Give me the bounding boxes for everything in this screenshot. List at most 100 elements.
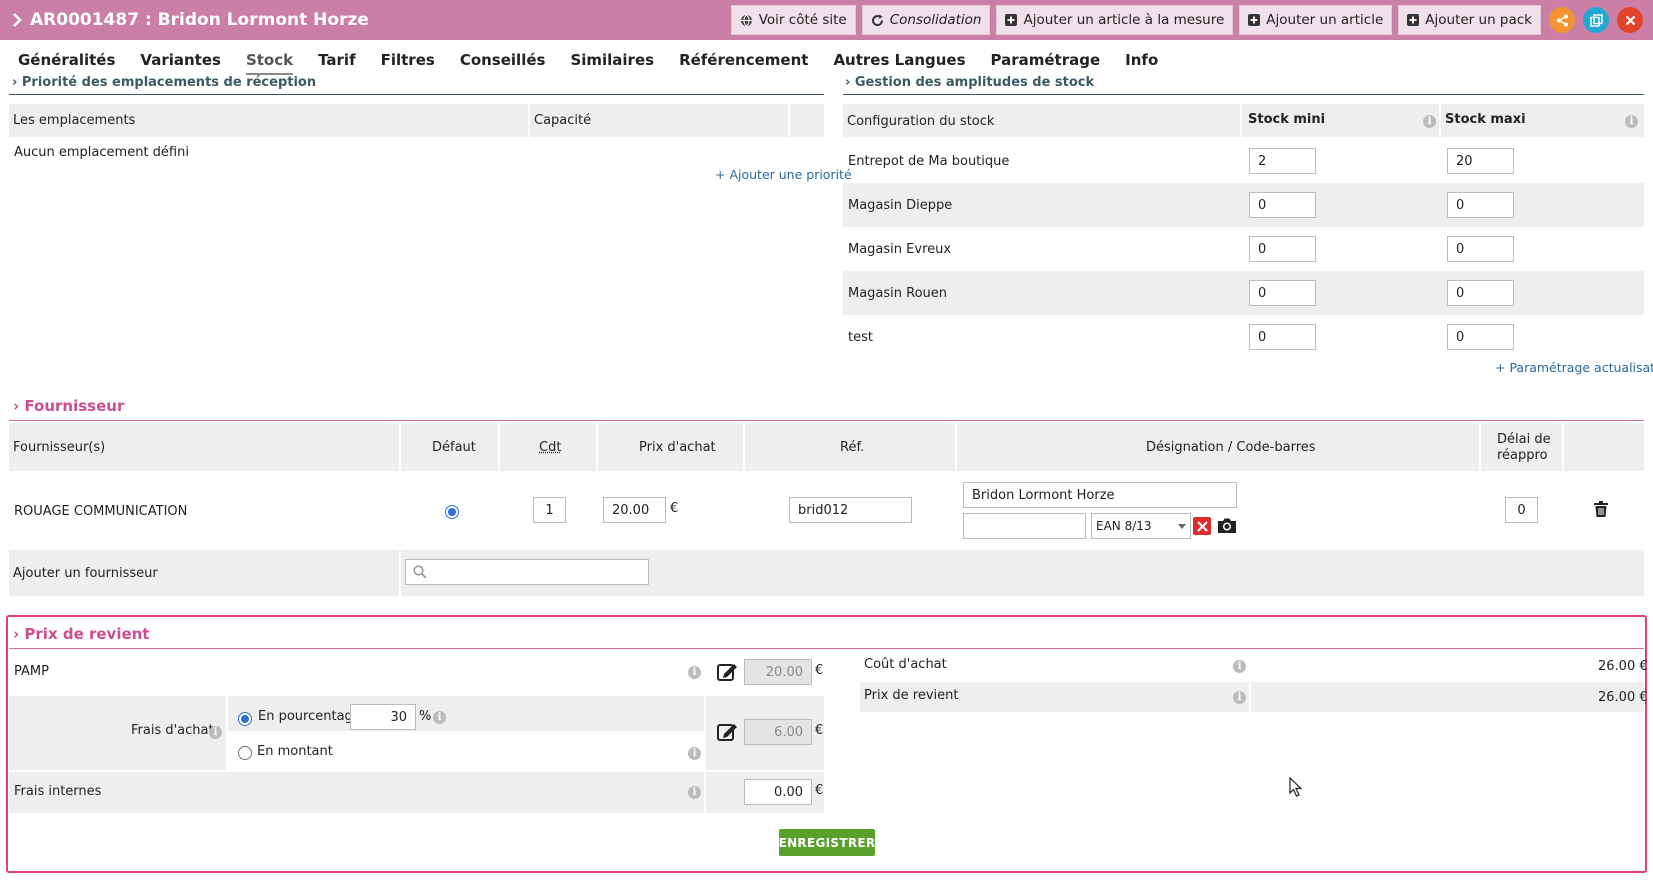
stock-row-name: Magasin Rouen bbox=[848, 286, 947, 301]
prix-revient-value: 26.00 € bbox=[1598, 690, 1648, 705]
stock-maxi-input[interactable]: 0 bbox=[1447, 324, 1514, 350]
page-title: AR0001487 : Bridon Lormont Horze bbox=[12, 10, 369, 30]
tab-stock[interactable]: Stock bbox=[246, 51, 293, 69]
tab-referencement[interactable]: Référencement bbox=[679, 51, 808, 69]
fournisseur-name: ROUAGE COMMUNICATION bbox=[14, 504, 187, 519]
col-delai-line1: Délai de bbox=[1497, 432, 1551, 447]
pamp-currency: € bbox=[815, 663, 823, 678]
article-title: AR0001487 : Bridon Lormont Horze bbox=[30, 10, 369, 30]
tab-conseilles[interactable]: Conseillés bbox=[460, 51, 546, 69]
amplitudes-divider bbox=[843, 94, 1644, 95]
stock-mini-input[interactable]: 2 bbox=[1249, 148, 1316, 174]
cdt-input[interactable]: 1 bbox=[533, 497, 566, 523]
tab-filtres[interactable]: Filtres bbox=[381, 51, 435, 69]
pamp-label: PAMP bbox=[14, 664, 49, 679]
tab-tarif[interactable]: Tarif bbox=[318, 51, 356, 69]
tab-autres-langues[interactable]: Autres Langues bbox=[833, 51, 965, 69]
tab-variantes[interactable]: Variantes bbox=[140, 51, 221, 69]
stock-row-band bbox=[843, 271, 1644, 315]
stock-maxi-input[interactable]: 0 bbox=[1447, 192, 1514, 218]
info-icon[interactable]: i bbox=[688, 666, 701, 679]
save-button[interactable]: ENREGISTRER bbox=[779, 829, 875, 856]
amplitudes-section-title[interactable]: › Gestion des amplitudes de stock bbox=[845, 75, 1094, 90]
parametrage-actualisation-link[interactable]: + Paramétrage actualisation bbox=[1495, 360, 1653, 375]
search-icon bbox=[413, 565, 427, 579]
frais-achats-input[interactable]: 6.00 bbox=[744, 719, 812, 745]
info-icon[interactable]: i bbox=[433, 711, 446, 724]
barcode-input[interactable] bbox=[963, 513, 1086, 539]
tab-generalites[interactable]: Généralités bbox=[18, 51, 115, 69]
clear-barcode-button[interactable] bbox=[1193, 517, 1211, 535]
frais-internes-input[interactable]: 0.00 bbox=[744, 779, 812, 805]
stock-maxi-input[interactable]: 20 bbox=[1447, 148, 1514, 174]
info-icon[interactable]: i bbox=[209, 726, 222, 739]
ref-input[interactable]: brid012 bbox=[789, 497, 912, 523]
info-icon[interactable]: i bbox=[1625, 115, 1638, 128]
info-icon[interactable]: i bbox=[688, 786, 701, 799]
ajouter-article-label: Ajouter un article bbox=[1266, 12, 1383, 28]
close-icon bbox=[1625, 15, 1636, 26]
montant-radio[interactable] bbox=[238, 746, 252, 760]
designation-input[interactable]: Bridon Lormont Horze bbox=[963, 482, 1237, 508]
plus-square-icon bbox=[1005, 14, 1017, 26]
reception-divider bbox=[9, 94, 824, 95]
delai-input[interactable]: 0 bbox=[1505, 497, 1538, 523]
globe-icon bbox=[740, 14, 753, 27]
barcode-type-value: EAN 8/13 bbox=[1096, 519, 1152, 533]
col-config-stock: Configuration du stock bbox=[847, 114, 994, 129]
camera-icon[interactable] bbox=[1217, 517, 1237, 534]
add-fournisseur-label: Ajouter un fournisseur bbox=[13, 566, 158, 581]
pourcentage-input[interactable]: 30 bbox=[350, 704, 416, 730]
col-designation: Désignation / Code-barres bbox=[1146, 440, 1316, 455]
frais-internes-currency: € bbox=[815, 783, 823, 798]
ajouter-pack-label: Ajouter un pack bbox=[1425, 12, 1532, 28]
fournisseur-search-input[interactable] bbox=[405, 559, 649, 585]
barcode-type-select[interactable]: EAN 8/13 bbox=[1091, 513, 1191, 539]
tab-similaires[interactable]: Similaires bbox=[570, 51, 654, 69]
tab-parametrage[interactable]: Paramétrage bbox=[991, 51, 1101, 69]
close-button[interactable] bbox=[1617, 7, 1643, 33]
prix-achat-input[interactable]: 20.00 bbox=[603, 497, 666, 523]
info-icon[interactable]: i bbox=[688, 747, 701, 760]
stock-row-name: Magasin Dieppe bbox=[848, 198, 952, 213]
ajouter-article-button[interactable]: Ajouter un article bbox=[1239, 5, 1392, 35]
consolidation-button[interactable]: Consolidation bbox=[862, 5, 991, 35]
info-icon[interactable]: i bbox=[1233, 691, 1246, 704]
fournisseur-section-title[interactable]: › Fournisseur bbox=[13, 397, 124, 415]
percent-symbol: % bbox=[419, 709, 431, 724]
stock-maxi-input[interactable]: 0 bbox=[1447, 236, 1514, 262]
ajouter-pack-button[interactable]: Ajouter un pack bbox=[1398, 5, 1541, 35]
edit-icon[interactable] bbox=[717, 722, 738, 741]
close-icon bbox=[1197, 521, 1208, 532]
stock-mini-input[interactable]: 0 bbox=[1249, 280, 1316, 306]
col-ref: Réf. bbox=[840, 440, 864, 455]
info-icon[interactable]: i bbox=[1233, 660, 1246, 673]
tab-info[interactable]: Info bbox=[1125, 51, 1158, 69]
stock-mini-input[interactable]: 0 bbox=[1249, 324, 1316, 350]
share-button[interactable] bbox=[1549, 7, 1575, 33]
pourcentage-radio[interactable] bbox=[238, 712, 252, 726]
copy-button[interactable] bbox=[1583, 7, 1609, 33]
stock-mini-input[interactable]: 0 bbox=[1249, 192, 1316, 218]
trash-icon[interactable] bbox=[1594, 501, 1608, 517]
col-prix-achat: Prix d'achat bbox=[639, 440, 716, 455]
prix-revient-divider bbox=[9, 648, 1644, 649]
defaut-radio[interactable] bbox=[445, 505, 459, 519]
edit-icon[interactable] bbox=[717, 662, 738, 681]
col-stock-maxi: Stock maxi bbox=[1445, 112, 1526, 127]
add-priority-link[interactable]: + Ajouter une priorité bbox=[715, 167, 852, 182]
voir-site-button[interactable]: Voir côté site bbox=[731, 5, 856, 35]
pamp-input[interactable]: 20.00 bbox=[744, 659, 812, 685]
col-defaut: Défaut bbox=[432, 440, 476, 455]
stock-mini-input[interactable]: 0 bbox=[1249, 236, 1316, 262]
ajouter-article-mesure-button[interactable]: Ajouter un article à la mesure bbox=[996, 5, 1233, 35]
col-fournisseurs: Fournisseur(s) bbox=[13, 440, 105, 455]
col-emplacements: Les emplacements bbox=[13, 113, 135, 128]
refresh-icon bbox=[871, 14, 884, 27]
stock-maxi-input[interactable]: 0 bbox=[1447, 280, 1514, 306]
prix-revient-section-title[interactable]: › Prix de revient bbox=[13, 625, 149, 643]
col-delai-line2: réappro bbox=[1497, 448, 1548, 463]
info-icon[interactable]: i bbox=[1423, 115, 1436, 128]
reception-section-title[interactable]: › Priorité des emplacements de réception bbox=[12, 75, 316, 90]
mouse-cursor-icon bbox=[1289, 777, 1303, 797]
